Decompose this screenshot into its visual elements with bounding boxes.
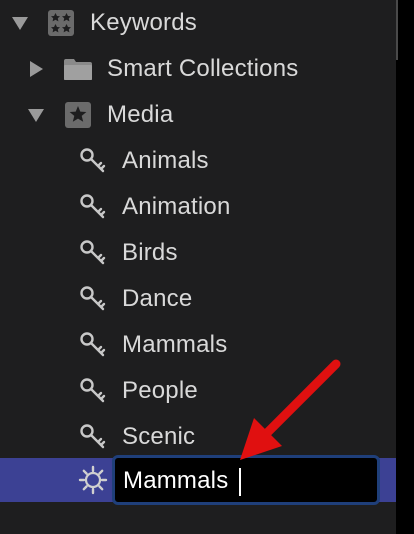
keyword-label: Scenic (122, 423, 196, 450)
key-icon (78, 192, 108, 222)
keyword-label: Dance (122, 285, 193, 312)
keyword-item[interactable]: Animals (0, 138, 396, 184)
keyword-item[interactable]: People (0, 368, 396, 414)
keyword-label: Mammals (122, 331, 228, 358)
keyword-item[interactable]: Dance (0, 276, 396, 322)
keyword-item[interactable]: Animation (0, 184, 396, 230)
keyword-item[interactable]: Birds (0, 230, 396, 276)
keyword-label: Animals (122, 147, 209, 174)
keyword-label: Birds (122, 239, 178, 266)
disclosure-triangle-down-icon[interactable] (10, 13, 30, 33)
keyword-label: Animation (122, 193, 231, 220)
sidebar-row-keywords[interactable]: Keywords (0, 0, 396, 46)
key-icon (78, 238, 108, 268)
key-icon (78, 146, 108, 176)
folder-icon (63, 54, 93, 84)
sidebar-item-label: Media (107, 101, 174, 128)
keyword-item[interactable]: Scenic (0, 414, 396, 460)
scrollbar-thumb[interactable] (396, 0, 398, 60)
sidebar-row-media[interactable]: Media (0, 92, 396, 138)
keyword-label: People (122, 377, 198, 404)
keyword-item[interactable]: Mammals (0, 322, 396, 368)
scroll-edge (396, 0, 414, 534)
keyword-rename-input[interactable] (123, 464, 363, 498)
star-box-icon (63, 100, 93, 130)
keyword-collection-icon (46, 8, 76, 38)
sidebar-item-label: Keywords (90, 9, 197, 36)
key-icon (78, 330, 108, 360)
keyword-rename-field[interactable] (112, 455, 380, 505)
text-caret (239, 468, 241, 496)
disclosure-triangle-down-icon[interactable] (26, 105, 46, 125)
sidebar-item-label: Smart Collections (107, 55, 299, 82)
sidebar-row-smart-collections[interactable]: Smart Collections (0, 46, 396, 92)
key-icon (78, 376, 108, 406)
key-icon (78, 284, 108, 314)
library-sidebar: Keywords Smart Collections Media Animals… (0, 0, 414, 534)
gear-icon (78, 465, 108, 495)
key-icon (78, 422, 108, 452)
disclosure-triangle-right-icon[interactable] (26, 59, 46, 79)
